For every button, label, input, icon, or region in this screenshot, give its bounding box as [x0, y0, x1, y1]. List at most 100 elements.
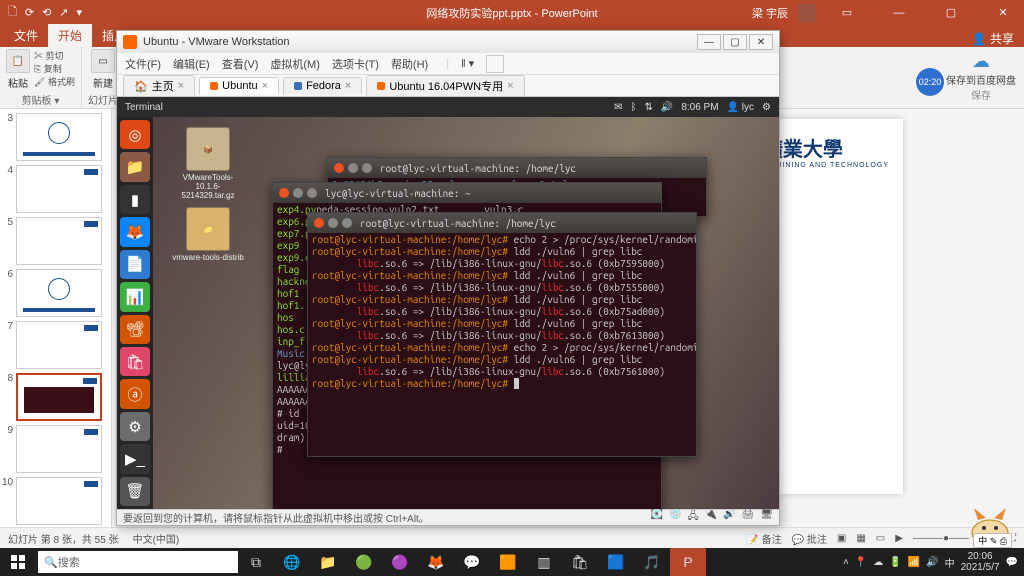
share-button[interactable]: 👤 共享 — [972, 30, 1014, 47]
terminal-titlebar[interactable]: root@lyc-virtual-machine: /home/lyc — [328, 158, 706, 178]
slide-thumbnail[interactable] — [16, 477, 102, 525]
taskbar-store-icon[interactable]: 🛍 — [562, 548, 598, 576]
view-reading-icon[interactable]: ▭ — [876, 533, 885, 544]
network-icon[interactable]: ⇅ — [644, 102, 652, 113]
ribbon-options-icon[interactable]: ▭ — [826, 0, 868, 25]
cut-button[interactable]: ✂ 剪切 — [34, 49, 75, 62]
qat-autosave-icon[interactable]: 🗋 — [8, 3, 17, 22]
dash-icon[interactable]: ◎ — [120, 120, 150, 149]
close-icon[interactable] — [334, 163, 344, 173]
ppt-user-name[interactable]: 梁 宇辰 — [752, 5, 788, 21]
vmware-titlebar[interactable]: Ubuntu - VMware Workstation ― ▢ ✕ — [117, 31, 779, 53]
taskbar-wechat-icon[interactable]: 💬 — [454, 548, 490, 576]
close-tab-icon[interactable]: × — [345, 80, 351, 92]
taskbar-eclipse-icon[interactable]: 🟣 — [382, 548, 418, 576]
taskbar-word-icon[interactable]: 🟦 — [598, 548, 634, 576]
vmware-maximize[interactable]: ▢ — [723, 34, 747, 50]
close-icon[interactable] — [314, 218, 324, 228]
cloud-icon[interactable]: ☁ — [972, 51, 990, 72]
slide-thumbnail-selected[interactable] — [16, 373, 102, 421]
clock-text[interactable]: 8:06 PM — [681, 102, 718, 113]
view-slideshow-icon[interactable]: ▶ — [895, 533, 903, 544]
desktop-file-vmtools[interactable]: 📦 VMwareTools-10.1.6-5214329.tar.gz — [172, 127, 244, 200]
view-sorter-icon[interactable]: ▦ — [856, 533, 865, 544]
menu-file[interactable]: 文件(F) — [125, 56, 161, 72]
slide-thumbnail[interactable] — [16, 165, 102, 213]
vmware-window[interactable]: Ubuntu - VMware Workstation ― ▢ ✕ 文件(F) … — [116, 30, 780, 526]
gear-icon[interactable]: ⚙ — [762, 102, 771, 113]
taskbar-music-icon[interactable]: 🎵 — [634, 548, 670, 576]
tray-location-icon[interactable]: 📍 — [855, 557, 867, 568]
minimize-button[interactable]: ― — [878, 0, 920, 25]
action-center-icon[interactable]: 💬 — [1006, 557, 1018, 568]
sound-icon[interactable]: 🔊 — [661, 102, 673, 113]
terminal-icon[interactable]: ▮ — [120, 185, 150, 214]
tab-ubuntu1604[interactable]: Ubuntu 16.04PWN专用 × — [366, 75, 524, 96]
device-display-icon[interactable]: 🖥 — [760, 509, 773, 526]
maximize-icon[interactable] — [362, 163, 372, 173]
device-cd-icon[interactable]: 💿 — [669, 509, 681, 526]
desktop-pet-fox[interactable]: 中 ✎ ⎙ — [960, 498, 1020, 548]
minimize-icon[interactable] — [348, 163, 358, 173]
close-tab-icon[interactable]: × — [262, 80, 268, 92]
slide-thumbnail[interactable] — [16, 321, 102, 369]
notes-button[interactable]: 📝 备注 — [746, 531, 781, 546]
slide-thumbnail[interactable] — [16, 425, 102, 473]
terminal-window-ldd[interactable]: root@lyc-virtual-machine: /home/lyc root… — [307, 212, 697, 457]
tab-ubuntu[interactable]: Ubuntu × — [199, 77, 279, 94]
task-view-icon[interactable]: ⧉ — [238, 548, 274, 576]
tray-wifi-icon[interactable]: 📶 — [908, 557, 920, 568]
tray-battery-icon[interactable]: 🔋 — [889, 557, 901, 568]
start-button[interactable] — [0, 548, 36, 576]
menu-vm[interactable]: 虚拟机(M) — [270, 56, 320, 72]
bluetooth-icon[interactable]: ᛒ — [630, 102, 636, 113]
terminal-titlebar[interactable]: root@lyc-virtual-machine: /home/lyc — [308, 213, 696, 233]
maximize-icon[interactable] — [342, 218, 352, 228]
tab-fedora[interactable]: Fedora × — [283, 77, 362, 94]
taskbar-powerpoint-icon[interactable]: P — [670, 548, 706, 576]
slide-thumbnail[interactable] — [16, 217, 102, 265]
vmware-minimize[interactable]: ― — [697, 34, 721, 50]
menu-tabs[interactable]: 选项卡(T) — [332, 56, 379, 72]
mail-icon[interactable]: ✉ — [614, 102, 622, 113]
terminal2-icon[interactable]: ▶_ — [120, 444, 150, 473]
minimize-icon[interactable] — [293, 188, 303, 198]
taskbar-firefox-icon[interactable]: 🦊 — [418, 548, 454, 576]
maximize-icon[interactable] — [307, 188, 317, 198]
pause-button[interactable]: ‖ ▾ — [461, 57, 474, 70]
minimize-icon[interactable] — [328, 218, 338, 228]
settings-icon[interactable]: ⚙ — [120, 412, 150, 441]
device-usb-icon[interactable]: 🔌 — [705, 509, 717, 526]
slide-thumbnail-panel[interactable]: 3 4 5 6 7 8 9 10 — [0, 109, 112, 527]
menu-view[interactable]: 查看(V) — [222, 56, 259, 72]
new-slide-button[interactable]: ▭ 新建 — [91, 49, 115, 90]
close-tab-icon[interactable]: × — [178, 80, 184, 92]
slide-thumbnail[interactable] — [16, 113, 102, 161]
device-printer-icon[interactable]: 🖨 — [742, 509, 755, 526]
tab-home[interactable]: 开始 — [48, 24, 92, 47]
writer-icon[interactable]: 📄 — [120, 250, 150, 279]
amazon-icon[interactable]: ⓐ — [120, 379, 150, 408]
taskbar-explorer-icon[interactable]: 📁 — [310, 548, 346, 576]
taskbar-edge-icon[interactable]: 🌐 — [274, 548, 310, 576]
ubuntu-desktop[interactable]: Terminal ✉ ᛒ ⇅ 🔊 8:06 PM 👤 lyc ⚙ ◎ 📁 ▮ 🦊… — [117, 97, 779, 509]
toolbar-snapshot-icon[interactable] — [486, 55, 504, 73]
copy-button[interactable]: ⎘ 复制 — [34, 62, 75, 75]
desktop-folder-distrib[interactable]: 📁 vmware-tools-distrib — [172, 207, 244, 262]
tray-ime-icon[interactable]: 中 — [945, 555, 955, 570]
trash-icon[interactable]: 🗑 — [120, 477, 150, 506]
vmware-close[interactable]: ✕ — [749, 34, 773, 50]
recording-timer-badge[interactable]: 02:20 — [916, 68, 944, 96]
comments-button[interactable]: 💬 批注 — [792, 531, 827, 546]
tray-sound-icon[interactable]: 🔊 — [926, 557, 938, 568]
device-hdd-icon[interactable]: 💽 — [651, 509, 663, 526]
tab-file[interactable]: 文件 — [4, 24, 48, 47]
format-painter-button[interactable]: 🖌 格式刷 — [34, 75, 75, 88]
taskbar-search[interactable]: 🔍 搜索 — [38, 551, 238, 573]
impress-icon[interactable]: 📽 — [120, 315, 150, 344]
software-icon[interactable]: 🛍 — [120, 347, 150, 376]
calc-icon[interactable]: 📊 — [120, 282, 150, 311]
tray-chevron-icon[interactable]: ˄ — [843, 557, 849, 568]
language-indicator[interactable]: 中文(中国) — [133, 531, 180, 546]
qat-more-icon[interactable]: ▾ — [77, 6, 83, 19]
